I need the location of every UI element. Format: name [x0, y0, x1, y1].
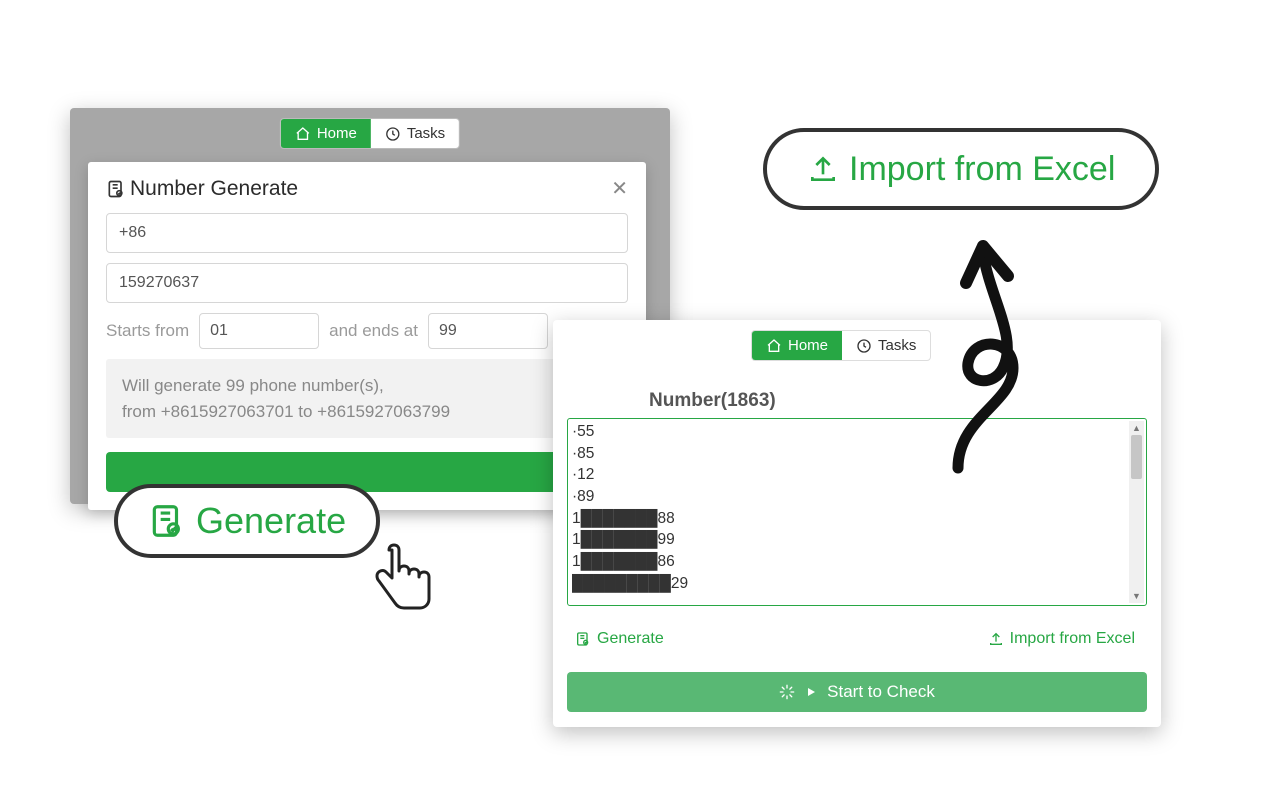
prefix-input[interactable]	[106, 263, 628, 303]
end-value-input[interactable]	[428, 313, 548, 349]
scrollbar[interactable]: ▲ ▼	[1129, 421, 1144, 603]
number-header: Number(1863)	[649, 390, 776, 412]
modal-header: Number Generate ✕	[88, 162, 646, 209]
info-line2: from +8615927063701 to +8615927063799	[122, 399, 612, 425]
list-item: ·89	[572, 486, 1146, 508]
callout-generate-pill[interactable]: Generate	[114, 484, 380, 558]
scroll-thumb[interactable]	[1131, 435, 1142, 479]
import-link-label: Import from Excel	[1010, 630, 1135, 648]
home-icon	[295, 126, 311, 142]
start-value-input[interactable]	[199, 313, 319, 349]
generate-icon	[575, 631, 591, 647]
tab-home-label: Home	[788, 337, 828, 354]
play-icon	[805, 686, 817, 698]
generate-link[interactable]: Generate	[575, 630, 664, 648]
callout-generate-label: Generate	[196, 500, 346, 542]
generation-info: Will generate 99 phone number(s), from +…	[106, 359, 628, 438]
home-icon	[766, 338, 782, 354]
list-item: 1███████99	[572, 529, 1146, 551]
modal-title-text: Number Generate	[130, 177, 298, 201]
clock-history-icon	[385, 126, 401, 142]
modal-title: Number Generate	[106, 177, 298, 201]
hand-cursor-icon	[362, 540, 442, 635]
tab-tasks[interactable]: Tasks	[371, 119, 459, 148]
generate-icon	[106, 179, 126, 199]
generate-link-label: Generate	[597, 630, 664, 648]
tab-home[interactable]: Home	[281, 119, 371, 148]
info-line1: Will generate 99 phone number(s),	[122, 373, 612, 399]
upload-icon	[988, 631, 1004, 647]
callout-import-label: Import from Excel	[849, 150, 1115, 189]
clock-history-icon	[856, 338, 872, 354]
starts-from-label: Starts from	[106, 321, 189, 341]
top-tabs: Home Tasks	[280, 118, 460, 149]
list-item: 1███████86	[572, 551, 1146, 573]
country-code-input[interactable]	[106, 213, 628, 253]
right-panel: Home Tasks Number(1863) ·55 ·85 ·12 ·89 …	[553, 320, 1161, 727]
curvy-arrow-icon	[918, 228, 1068, 478]
start-button-label: Start to Check	[827, 682, 935, 702]
scroll-up-icon[interactable]: ▲	[1129, 421, 1144, 435]
ends-at-label: and ends at	[329, 321, 418, 341]
right-top-tabs: Home Tasks	[751, 330, 931, 361]
generate-icon	[148, 502, 186, 540]
scroll-down-icon[interactable]: ▼	[1129, 589, 1144, 603]
tab-tasks-label: Tasks	[407, 125, 445, 142]
start-to-check-button[interactable]: Start to Check	[567, 672, 1147, 712]
tab-home-label: Home	[317, 125, 357, 142]
import-link[interactable]: Import from Excel	[988, 630, 1135, 648]
tab-tasks-label: Tasks	[878, 337, 916, 354]
tab-home[interactable]: Home	[752, 331, 842, 360]
list-item: █████████29	[572, 573, 1146, 595]
list-item: 1███████88	[572, 508, 1146, 530]
close-icon[interactable]: ✕	[611, 176, 628, 201]
right-actions: Generate Import from Excel	[575, 630, 1135, 648]
upload-icon	[807, 153, 839, 185]
spinner-icon	[779, 684, 795, 700]
callout-import-pill[interactable]: Import from Excel	[763, 128, 1159, 210]
range-row: Starts from and ends at	[106, 313, 628, 349]
